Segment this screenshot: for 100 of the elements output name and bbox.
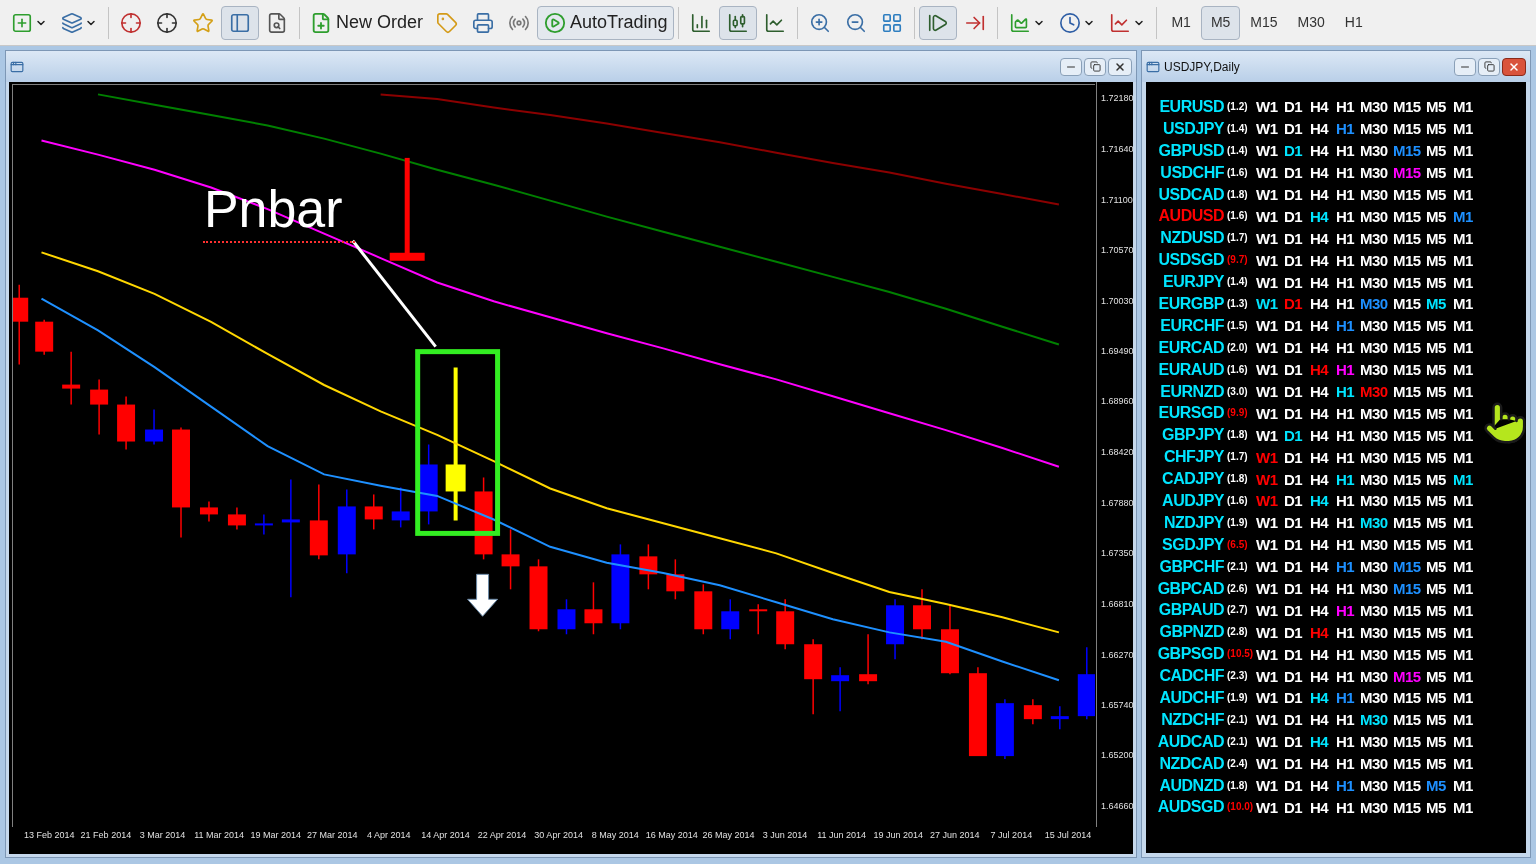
close-button[interactable] [1108,57,1132,76]
price-label: 1.65740 [1101,700,1134,710]
pair-label: USDCAD [1157,186,1224,203]
restore-button[interactable] [1084,57,1106,76]
pair-label: EURGBP [1157,295,1224,312]
timeframe-signal: M15 [1393,340,1422,356]
pair-label: AUDCAD [1156,733,1224,750]
timeframe-button[interactable]: M30 [1287,5,1335,40]
timeframe-signal: M1 [1453,799,1474,815]
spread-label: (1.8) [1226,780,1249,791]
timeframe-signal: M30 [1360,515,1389,531]
pair-label: AUDSGD [1156,799,1224,816]
timeframe-signal: M15 [1393,99,1422,115]
timeframe-signal: W1 [1256,208,1279,224]
timeframe-signal: M1 [1453,602,1474,618]
play-icon [544,11,567,34]
candlestick [227,506,246,531]
timeframe-signal: M1 [1453,471,1474,487]
timeframe-signal: H4 [1310,252,1330,268]
timeframe-signal: D1 [1284,230,1304,246]
timeframe-signal: H1 [1336,121,1356,137]
timeframe-signal: M1 [1453,427,1474,443]
timeframe-signal: H4 [1310,99,1330,115]
timeframe-signal: H4 [1310,296,1330,312]
date-label: 19 Jun 2014 [872,831,924,840]
spread-label: (2.1) [1226,714,1249,725]
timeframe-signal: M1 [1453,449,1474,465]
timeframe-signal: D1 [1284,99,1304,115]
date-label: 27 Jun 2014 [929,831,981,840]
timeframe-button[interactable]: M1 [1161,5,1201,40]
timeframe-signal: M30 [1360,756,1389,772]
timeframe-signal: M1 [1453,734,1474,750]
timeframe-signal: W1 [1256,537,1279,553]
timeframe-signal: W1 [1256,515,1279,531]
pair-label: NZDUSD [1159,230,1224,247]
minimize-button[interactable] [1060,57,1082,76]
timeframe-signal: M30 [1360,646,1389,662]
timeframe-signal: H1 [1336,99,1356,115]
timeframe-signal: M5 [1426,734,1447,750]
spread-label: (2.6) [1226,583,1249,594]
spread-label: (1.8) [1226,430,1249,441]
timeframe-signal: D1 [1284,340,1304,356]
timeframe-button[interactable]: M15 [1240,5,1288,40]
timeframe-signal: W1 [1256,581,1279,597]
timeframe-signal: H1 [1336,624,1356,640]
spread-label: (1.7) [1226,452,1249,463]
timeframe-button[interactable]: M5 [1200,5,1241,40]
timeframe-signal: M5 [1426,581,1447,597]
timeframe-signal: H4 [1310,318,1330,334]
timeframe-signal: M1 [1453,230,1474,246]
new-order-button[interactable]: New Order [304,5,430,40]
restore-button[interactable] [1478,57,1500,76]
timeframe-signal: M5 [1426,756,1447,772]
candlestick [913,588,931,640]
pair-label: GBPCAD [1156,580,1224,597]
timeframe-signal: W1 [1256,405,1279,421]
new-order-icon [310,11,332,34]
pair-label: EURNZD [1159,383,1224,400]
close-icon [1114,60,1126,73]
candlestick [364,493,383,531]
close-button[interactable] [1502,57,1526,76]
timeframe-signal: D1 [1284,668,1304,684]
timeframe-signal: D1 [1284,515,1304,531]
timeframe-signal: M1 [1453,165,1474,181]
candlestick [200,500,218,523]
timeframe-signal: M15 [1393,427,1422,443]
timeframe-signal: M30 [1360,537,1389,553]
spread-label: (9.7) [1226,255,1249,266]
timeframe-signal: W1 [1256,734,1279,750]
timeframe-signal: M30 [1360,252,1389,268]
timeframe-signal: M30 [1360,471,1389,487]
candlestick-icon[interactable] [719,5,758,40]
pair-label: AUDCHF [1158,690,1224,706]
timeframe-signal: H4 [1310,208,1330,224]
timeframe-signal: M15 [1393,581,1422,597]
candlestick [1023,698,1042,725]
timeframe-signal: M5 [1426,602,1447,618]
restore-icon [1089,61,1101,72]
timeframe-signal: H4 [1310,230,1330,246]
timeframe-signal: M30 [1360,712,1389,728]
date-label: 4 Apr 2014 [366,831,412,840]
timeframe-signal: D1 [1284,121,1304,137]
timeframe-signal: M15 [1393,449,1422,465]
price-label: 1.71100 [1101,195,1133,205]
timeframe-signal: M5 [1426,646,1447,662]
timeframe-signal: M5 [1426,230,1447,246]
restore-icon [1483,61,1495,72]
pair-label: GBPNZD [1158,624,1224,641]
timeframe-signal: M1 [1453,493,1474,509]
candlestick [35,318,54,356]
timeframe-signal: M30 [1360,143,1389,159]
autotrading-button[interactable]: AutoTrading [537,5,675,40]
timeframe-signal: M5 [1426,778,1447,794]
timeframe-signal: M5 [1426,384,1447,399]
timeframe-button[interactable]: H1 [1334,5,1373,40]
timeframe-signal: M15 [1393,690,1422,706]
spread-label: (2.0) [1226,342,1249,353]
minimize-button[interactable] [1454,57,1476,76]
timeframe-signal: H4 [1310,187,1330,202]
timeframe-signal: M1 [1453,756,1474,772]
